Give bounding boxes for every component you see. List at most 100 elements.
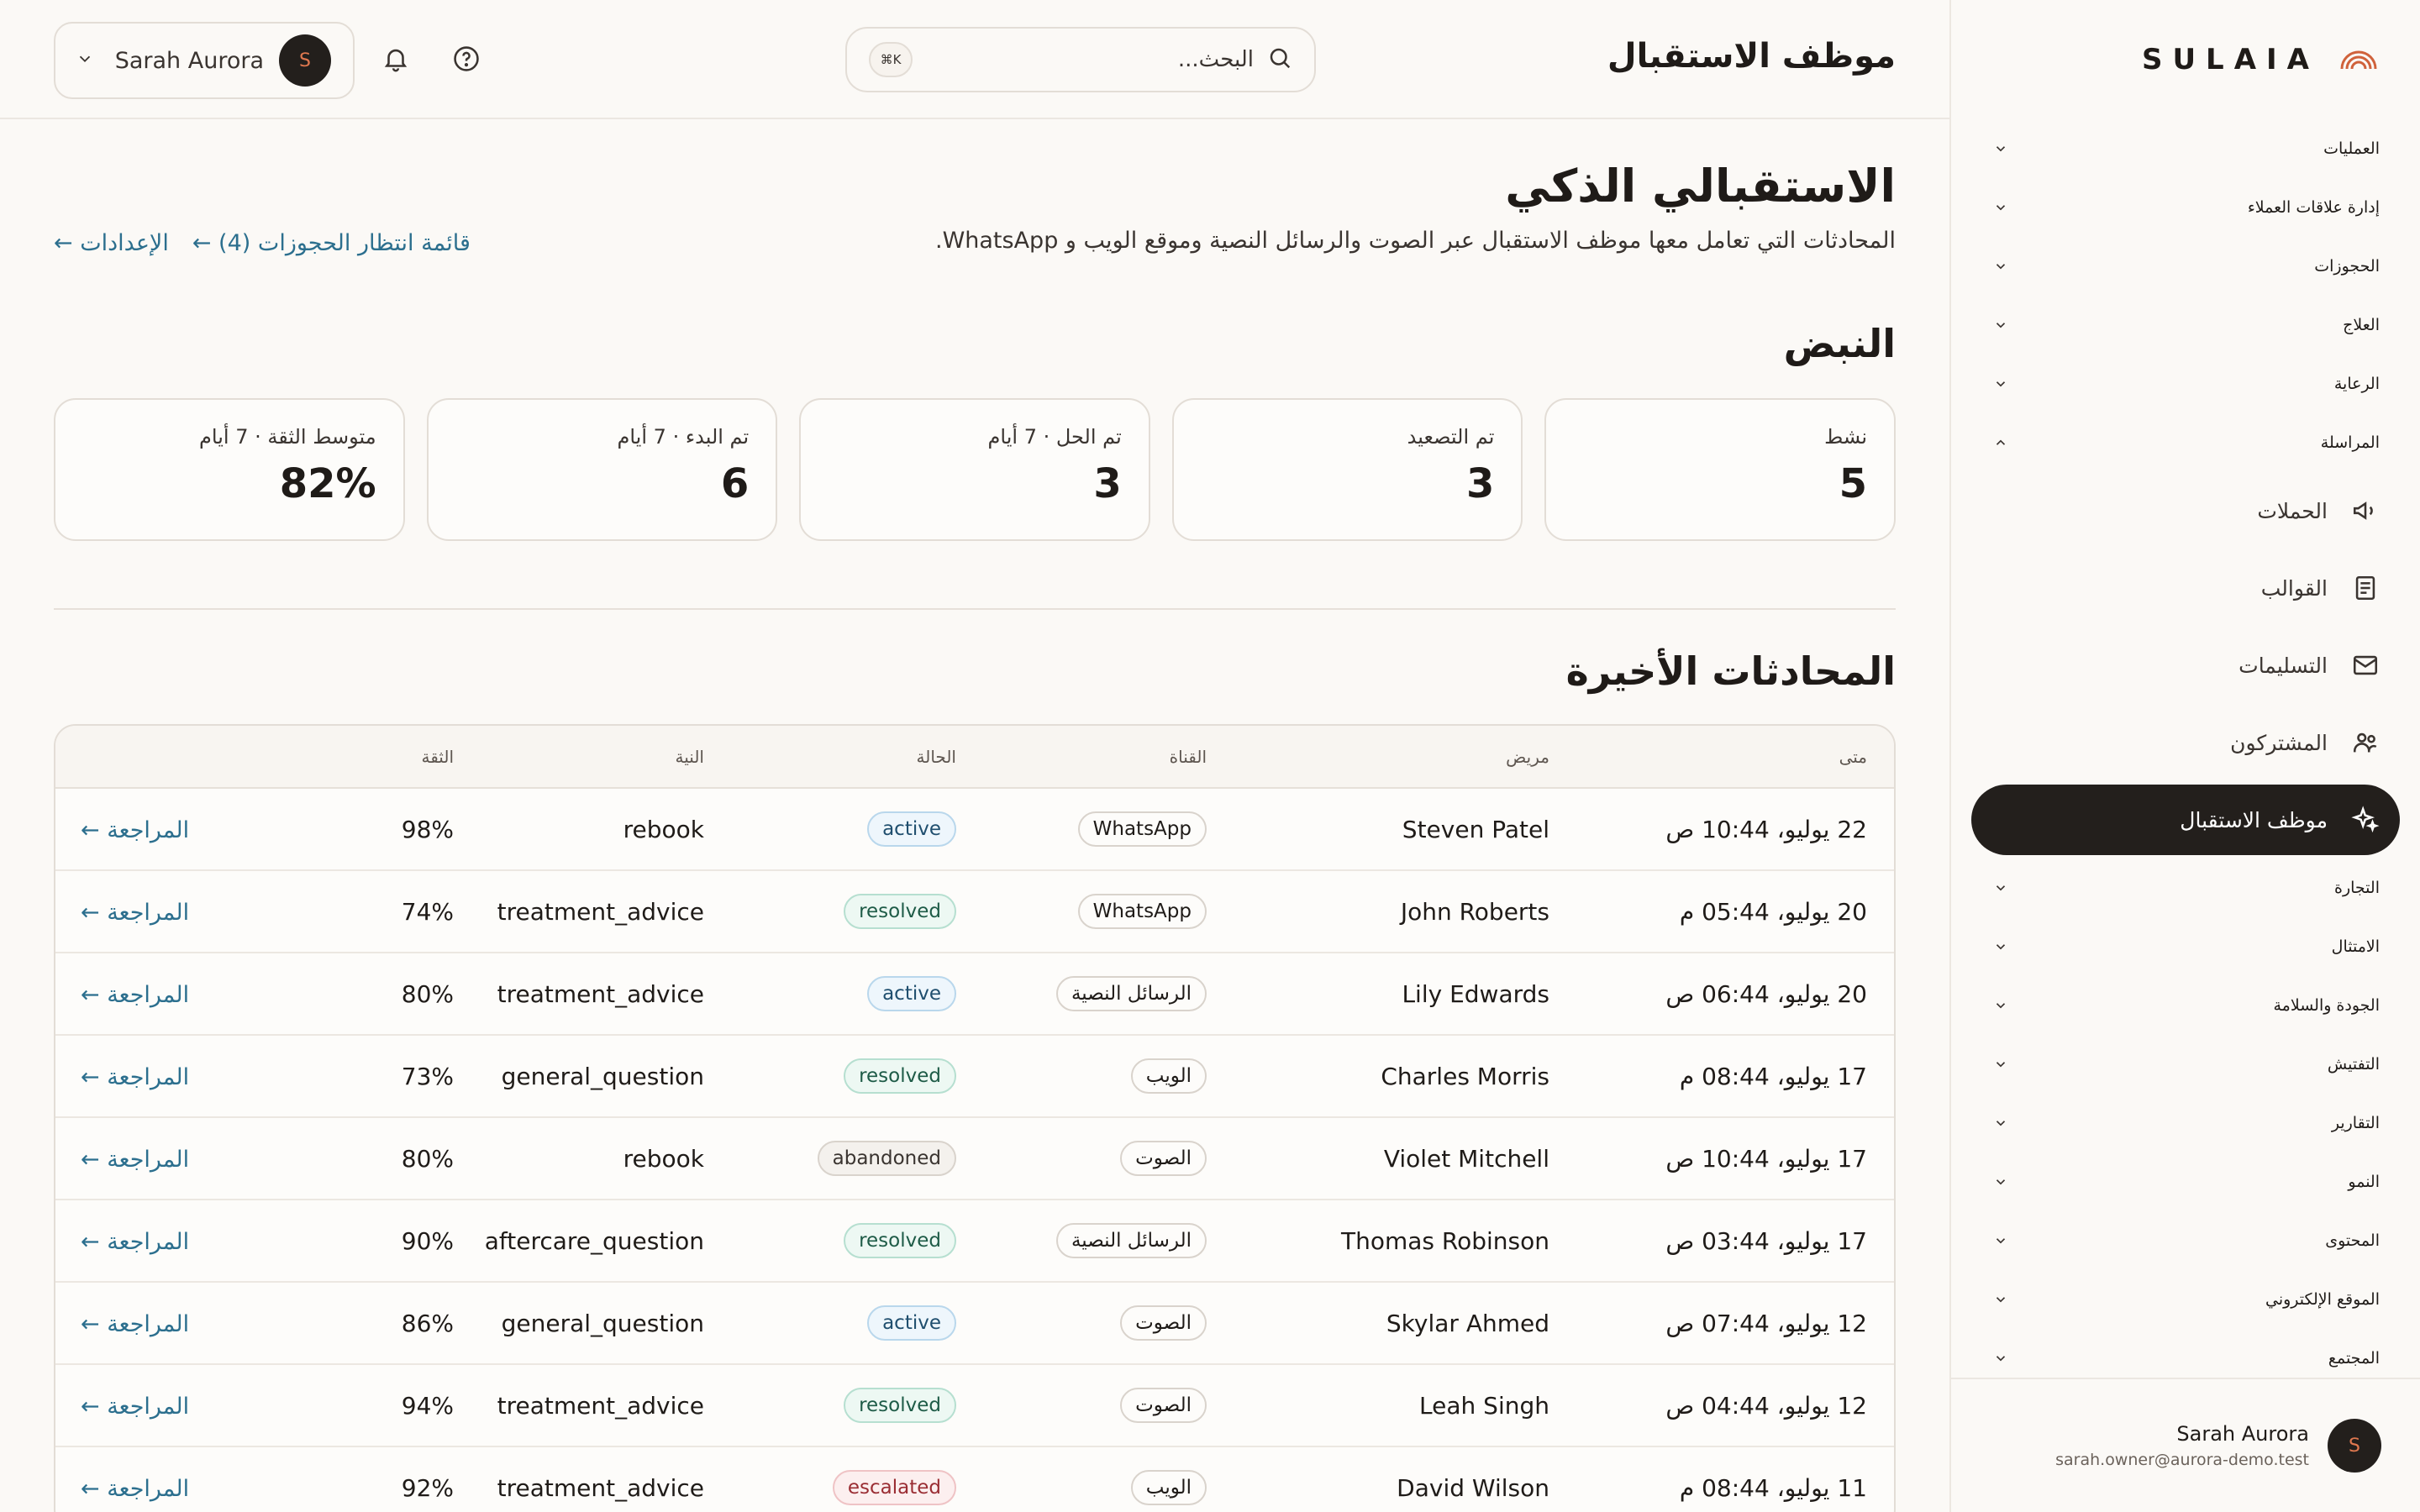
column-header: القناة (956, 726, 1207, 789)
cell-action: المراجعة ← (55, 953, 252, 1036)
users-icon (2351, 728, 2380, 757)
sidebar-section-label: التجارة (2334, 879, 2380, 897)
sidebar-section-top-4[interactable]: الرعاية (1951, 354, 2420, 413)
sidebar-item-template[interactable]: القوالب (1951, 549, 2420, 627)
cell-status: abandoned (704, 1117, 956, 1200)
channel-badge: الويب (1130, 1058, 1207, 1094)
cell-when: 20 يوليو، 05:44 م (1549, 870, 1894, 953)
page-content: الاستقبالي الذكي المحادثات التي تعامل مع… (54, 119, 1896, 1512)
review-link[interactable]: المراجعة ← (81, 900, 189, 926)
status-badge: active (867, 811, 956, 847)
table-header-row: متى مريض القناة الحالة النية الثقة (55, 726, 1894, 789)
cell-channel: WhatsApp (956, 788, 1207, 871)
review-link[interactable]: المراجعة ← (81, 1147, 189, 1173)
sidebar-section-top-5[interactable]: المراسلة (1951, 413, 2420, 472)
cell-status: resolved (704, 1200, 956, 1283)
chevron-down-icon (1993, 1351, 2008, 1370)
sidebar-section-top-3[interactable]: العلاج (1951, 296, 2420, 354)
bell-icon (381, 45, 410, 76)
sidebar-section-bottom-0[interactable]: التجارة (1951, 858, 2420, 917)
stat-value: 3 (1093, 460, 1122, 507)
cell-intent: general_question (454, 1282, 704, 1365)
stat-label: تم التصعيد (1407, 425, 1495, 449)
user-menu[interactable]: S Sarah Aurora (54, 22, 355, 99)
stat-label: متوسط الثقة · 7 أيام (199, 425, 376, 449)
help-icon (452, 45, 481, 76)
cell-action: المراجعة ← (55, 1282, 252, 1365)
help-button[interactable] (447, 40, 486, 79)
sidebar-section-top-2[interactable]: الحجوزات (1951, 237, 2420, 296)
search-input[interactable] (926, 47, 1254, 72)
chevron-down-icon (1993, 141, 2008, 160)
stat-card: تم البدء · 7 أيام 6 (426, 398, 778, 541)
cell-status: resolved (704, 870, 956, 953)
sidebar-section-bottom-7[interactable]: الموقع الإلكتروني (1951, 1270, 2420, 1329)
section-heading: الاستقبالي الذكي (1505, 160, 1896, 213)
chevron-down-icon (1993, 1116, 2008, 1135)
header-links: قائمة انتظار الحجوزات (4) ← الإعدادات ← (54, 230, 471, 256)
sidebar-section-label: التقارير (2331, 1114, 2380, 1132)
stat-label: تم الحل · 7 أيام (987, 425, 1122, 449)
notifications-button[interactable] (376, 40, 415, 79)
cell-channel: الويب (956, 1446, 1207, 1512)
stat-value: 82% (279, 460, 376, 507)
cell-action: المراجعة ← (55, 1200, 252, 1283)
cell-status: resolved (704, 1035, 956, 1118)
sidebar-section-top-1[interactable]: إدارة علاقات العملاء (1951, 178, 2420, 237)
review-link[interactable]: المراجعة ← (81, 817, 189, 843)
user-menu-name: Sarah Aurora (114, 47, 264, 74)
search-box[interactable]: ⌘K (845, 27, 1316, 92)
column-header (55, 726, 252, 789)
cell-status: active (704, 1282, 956, 1365)
table-row[interactable]: 22 يوليو، 10:44 ص Steven Patel WhatsApp act… (55, 788, 1894, 871)
pulse-title: النبض (1783, 321, 1896, 366)
chevron-down-icon (1993, 939, 2008, 958)
table-row[interactable]: 17 يوليو، 03:44 ص Thomas Robinson الرسائل … (55, 1200, 1894, 1283)
stats-row: نشط 5 تم التصعيد 3 تم الحل · 7 أيام 3 تم البدء… (54, 398, 1896, 541)
sidebar-section-bottom-2[interactable]: الجودة والسلامة (1951, 976, 2420, 1035)
table-row[interactable]: 20 يوليو، 05:44 م John Roberts WhatsApp res… (55, 870, 1894, 953)
cell-confidence: 94% (252, 1364, 454, 1447)
cell-when: 12 يوليو، 07:44 ص (1549, 1282, 1894, 1365)
sidebar-item-label: القوالب (2260, 575, 2328, 601)
brand-name: SULAIA (2141, 43, 2319, 76)
stat-value: 5 (1839, 460, 1867, 507)
status-badge: active (867, 1305, 956, 1341)
table-row[interactable]: 12 يوليو، 07:44 ص Skylar Ahmed الصوت active… (55, 1282, 1894, 1365)
review-link[interactable]: المراجعة ← (81, 1229, 189, 1255)
channel-badge: الرسائل النصية (1055, 1223, 1207, 1258)
table-row[interactable]: 17 يوليو، 08:44 م Charles Morris الويب reso… (55, 1035, 1894, 1118)
sidebar-section-bottom-5[interactable]: النمو (1951, 1152, 2420, 1211)
chevron-up-icon (1993, 435, 2008, 454)
review-link[interactable]: المراجعة ← (81, 1394, 189, 1420)
cell-action: المراجعة ← (55, 1035, 252, 1118)
chevron-down-icon (1993, 200, 2008, 219)
table-row[interactable]: 12 يوليو، 04:44 ص Leah Singh الصوت resolved… (55, 1364, 1894, 1447)
cell-intent: aftercare_question (454, 1200, 704, 1283)
sidebar-item-label: المشتركون (2230, 730, 2328, 755)
sidebar-item-users[interactable]: المشتركون (1951, 704, 2420, 781)
sidebar-user-footer[interactable]: S Sarah Aurora sarah.owner@aurora-demo.t… (1949, 1378, 2420, 1512)
sidebar-section-bottom-6[interactable]: المحتوى (1951, 1211, 2420, 1270)
review-link[interactable]: المراجعة ← (81, 1476, 189, 1502)
sidebar-section-bottom-4[interactable]: التقارير (1951, 1094, 2420, 1152)
sidebar-section-bottom-1[interactable]: الامتثال (1951, 917, 2420, 976)
table-row[interactable]: 11 يوليو، 08:44 م David Wilson الويب escala… (55, 1446, 1894, 1512)
review-link[interactable]: المراجعة ← (81, 982, 189, 1008)
mail-icon (2351, 651, 2380, 680)
cell-confidence: 92% (252, 1446, 454, 1512)
sidebar-item-mail[interactable]: التسليمات (1951, 627, 2420, 704)
settings-link[interactable]: الإعدادات ← (54, 230, 169, 256)
waitlist-link[interactable]: قائمة انتظار الحجوزات (4) ← (192, 230, 471, 256)
megaphone-icon (2351, 496, 2380, 525)
table-row[interactable]: 20 يوليو، 06:44 ص Lily Edwards الرسائل الن… (55, 953, 1894, 1036)
review-link[interactable]: المراجعة ← (81, 1311, 189, 1337)
sidebar-section-bottom-3[interactable]: التفتيش (1951, 1035, 2420, 1094)
sidebar-item-sparkles[interactable]: موظف الاستقبال (1971, 785, 2400, 855)
brand[interactable]: SULAIA (1951, 0, 2420, 119)
sidebar-item-megaphone[interactable]: الحملات (1951, 472, 2420, 549)
channel-badge: الويب (1130, 1470, 1207, 1505)
review-link[interactable]: المراجعة ← (81, 1064, 189, 1090)
table-row[interactable]: 17 يوليو، 10:44 ص Violet Mitchell الصوت aba… (55, 1117, 1894, 1200)
sidebar-section-top-0[interactable]: العمليات (1951, 119, 2420, 178)
